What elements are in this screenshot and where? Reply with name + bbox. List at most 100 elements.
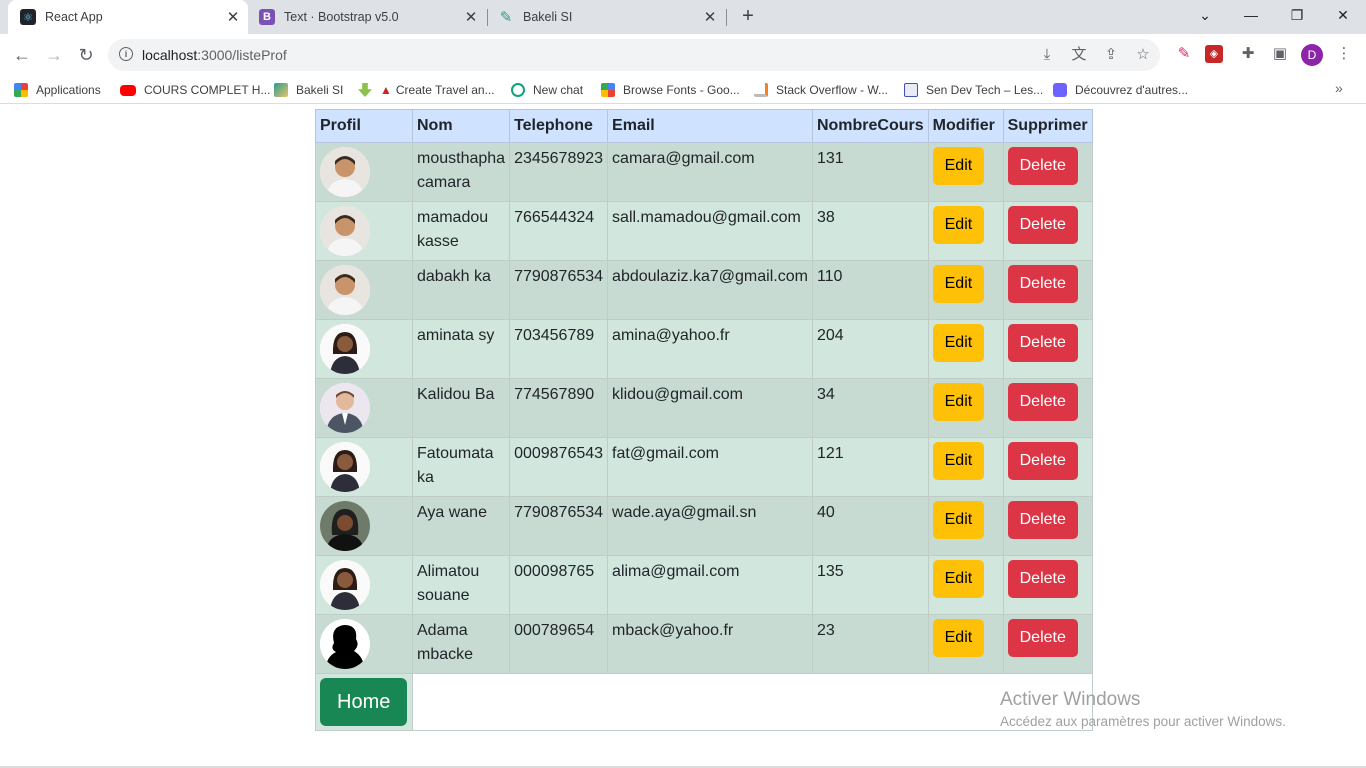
tab-title: React App bbox=[45, 10, 103, 24]
site-info-icon[interactable]: i bbox=[119, 47, 133, 61]
new-tab-button[interactable]: + bbox=[737, 5, 759, 29]
email-cell: fat@gmail.com bbox=[607, 437, 813, 497]
tab-strip: ⚛ React App ✕ B Text · Bootstrap v5.0 ✕ … bbox=[0, 0, 1366, 34]
edit-button[interactable]: Edit bbox=[932, 501, 985, 539]
edit-button[interactable]: Edit bbox=[932, 265, 985, 303]
supprimer-cell: Delete bbox=[1002, 319, 1093, 379]
header-nom: Nom bbox=[411, 109, 511, 143]
delete-button[interactable]: Delete bbox=[1007, 383, 1078, 421]
install-app-icon[interactable]: ⤓ bbox=[1036, 44, 1058, 66]
delete-button[interactable]: Delete bbox=[1007, 560, 1078, 598]
table-row: Kalidou Ba 774567890 klidou@gmail.com 34 Edi… bbox=[315, 378, 1093, 438]
back-arrow-icon[interactable]: ← bbox=[10, 43, 34, 67]
avatar bbox=[320, 442, 370, 492]
close-icon[interactable]: ✕ bbox=[701, 8, 719, 26]
minimize-button[interactable]: — bbox=[1228, 0, 1274, 30]
extension-red-icon[interactable]: ◈ bbox=[1205, 45, 1223, 63]
close-icon[interactable]: ✕ bbox=[462, 8, 480, 26]
sendevtech-icon bbox=[904, 83, 918, 97]
close-icon[interactable]: ✕ bbox=[224, 8, 242, 26]
bookmark-new-chat[interactable]: New chat bbox=[511, 81, 583, 99]
bookmark-applications[interactable]: Applications bbox=[14, 81, 101, 99]
edit-button[interactable]: Edit bbox=[932, 206, 985, 244]
bookmark-decouvrez[interactable]: Découvrez d'autres... bbox=[1053, 81, 1188, 99]
telephone-cell: 000789654 bbox=[509, 614, 609, 674]
bookmark-bakeli[interactable]: Bakeli SI bbox=[274, 81, 343, 99]
header-supprimer: Supprimer bbox=[1002, 109, 1093, 143]
modifier-cell: Edit bbox=[927, 378, 1004, 438]
edit-button[interactable]: Edit bbox=[932, 619, 985, 657]
telephone-cell: 0009876543 bbox=[509, 437, 609, 497]
bookmarks-overflow-icon[interactable]: » bbox=[1335, 80, 1343, 96]
edit-button[interactable]: Edit bbox=[932, 383, 985, 421]
nombre-cours-cell: 135 bbox=[811, 555, 929, 615]
forward-arrow-icon[interactable]: → bbox=[42, 43, 66, 67]
delete-button[interactable]: Delete bbox=[1007, 619, 1078, 657]
home-button[interactable]: Home bbox=[320, 678, 408, 726]
watermark-title: Activer Windows bbox=[1000, 689, 1141, 710]
supprimer-cell: Delete bbox=[1002, 378, 1093, 438]
maximize-button[interactable]: ❐ bbox=[1274, 0, 1320, 30]
delete-button[interactable]: Delete bbox=[1007, 206, 1078, 244]
supprimer-cell: Delete bbox=[1002, 260, 1093, 320]
tab-bakeli[interactable]: ✎ Bakeli SI ✕ bbox=[489, 0, 725, 34]
bookmark-star-icon[interactable]: ☆ bbox=[1132, 44, 1154, 66]
supprimer-cell: Delete bbox=[1002, 555, 1093, 615]
bookmark-label: Sen Dev Tech – Les... bbox=[926, 83, 1044, 97]
delete-button[interactable]: Delete bbox=[1007, 147, 1078, 185]
email-cell: alima@gmail.com bbox=[607, 555, 813, 615]
bookmark-browse-fonts[interactable]: Browse Fonts - Goo... bbox=[601, 81, 740, 99]
bookmark-create-travel[interactable]: ▲ Create Travel an... bbox=[358, 81, 495, 99]
edit-button[interactable]: Edit bbox=[932, 442, 985, 480]
modifier-cell: Edit bbox=[927, 555, 1004, 615]
table-row: dabakh ka 7790876534 abdoulaziz.ka7@gmail.… bbox=[315, 260, 1093, 320]
avatar bbox=[320, 501, 370, 551]
watermark-subtitle: Accédez aux paramètres pour activer Wind… bbox=[1000, 714, 1286, 729]
profile-avatar[interactable]: D bbox=[1301, 44, 1323, 66]
bookmark-sen-dev-tech[interactable]: Sen Dev Tech – Les... bbox=[904, 81, 1043, 99]
window-close-button[interactable]: ✕ bbox=[1320, 0, 1366, 30]
share-icon[interactable]: ⇪ bbox=[1100, 44, 1122, 66]
profil-cell bbox=[315, 260, 413, 320]
tab-bootstrap[interactable]: B Text · Bootstrap v5.0 ✕ bbox=[250, 0, 486, 34]
edit-button[interactable]: Edit bbox=[932, 560, 985, 598]
delete-button[interactable]: Delete bbox=[1007, 265, 1078, 303]
reload-icon[interactable]: ↻ bbox=[74, 43, 98, 67]
translate-icon[interactable]: 文 bbox=[1068, 44, 1090, 66]
color-picker-extension-icon[interactable]: ✎ bbox=[1173, 43, 1195, 65]
delete-button[interactable]: Delete bbox=[1007, 442, 1078, 480]
avatar bbox=[320, 619, 370, 669]
supprimer-cell: Delete bbox=[1002, 437, 1093, 497]
bookmark-cours-complet[interactable]: COURS COMPLET H... bbox=[120, 81, 270, 99]
delete-button[interactable]: Delete bbox=[1007, 324, 1078, 362]
table-header-row: Profil Nom Telephone Email NombreCours M… bbox=[315, 109, 1093, 143]
table-row: mamadou kasse 766544324 sall.mamadou@gmail… bbox=[315, 201, 1093, 261]
menu-kebab-icon[interactable]: ⋮ bbox=[1333, 43, 1355, 65]
side-panel-icon[interactable]: ▣ bbox=[1269, 43, 1291, 65]
download-arrow-icon bbox=[358, 83, 372, 97]
email-cell: amina@yahoo.fr bbox=[607, 319, 813, 379]
avatar bbox=[320, 560, 370, 610]
nombre-cours-cell: 110 bbox=[811, 260, 929, 320]
telephone-cell: 703456789 bbox=[509, 319, 609, 379]
delete-button[interactable]: Delete bbox=[1007, 501, 1078, 539]
bookmark-stack-overflow[interactable]: Stack Overflow - W... bbox=[754, 81, 888, 99]
profil-cell bbox=[315, 496, 413, 556]
apps-grid-icon bbox=[14, 83, 28, 97]
address-bar[interactable]: i localhost:3000/listeProf ⤓ 文 ⇪ ☆ bbox=[108, 39, 1160, 71]
extensions-puzzle-icon[interactable]: ✚ bbox=[1237, 43, 1259, 65]
supprimer-cell: Delete bbox=[1002, 614, 1093, 674]
avatar bbox=[320, 265, 370, 315]
url-text[interactable]: localhost:3000/listeProf bbox=[142, 47, 287, 63]
tab-react-app[interactable]: ⚛ React App ✕ bbox=[8, 0, 248, 34]
modifier-cell: Edit bbox=[927, 260, 1004, 320]
email-cell: abdoulaziz.ka7@gmail.com bbox=[607, 260, 813, 320]
tab-search-chevron-icon[interactable]: ⌄ bbox=[1182, 0, 1228, 30]
browser-toolbar: ← → ↻ i localhost:3000/listeProf ⤓ 文 ⇪ ☆… bbox=[0, 34, 1366, 76]
bookmarks-bar: Applications COURS COMPLET H... Bakeli S… bbox=[0, 76, 1366, 104]
discover-icon bbox=[1053, 83, 1067, 97]
edit-button[interactable]: Edit bbox=[932, 147, 985, 185]
nom-cell: Kalidou Ba bbox=[411, 378, 511, 438]
email-cell: mback@yahoo.fr bbox=[607, 614, 813, 674]
edit-button[interactable]: Edit bbox=[932, 324, 985, 362]
